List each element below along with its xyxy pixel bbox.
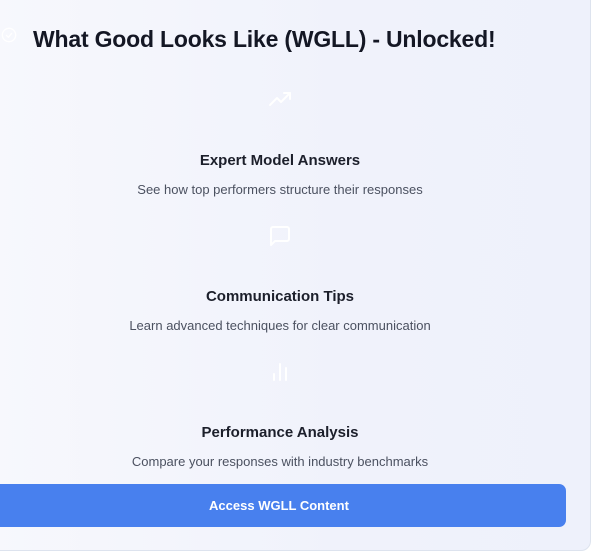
trending-up-icon [269, 92, 291, 106]
message-square-icon [270, 226, 290, 246]
feature-title: Communication Tips [205, 288, 355, 305]
page-title: What Good Looks Like (WGLL) - Unlocked! [33, 26, 496, 52]
feature-title: Performance Analysis [201, 424, 359, 441]
feature-description: Compare your responses with industry ben… [131, 454, 429, 469]
feature-description: See how top performers structure their r… [137, 182, 423, 197]
feature-title: Expert Model Answers [199, 152, 361, 169]
feature-performance-analysis: Performance Analysis Compare your respon… [0, 360, 560, 469]
check-circle-icon [1, 27, 17, 43]
feature-description: Learn advanced techniques for clear comm… [129, 318, 431, 333]
feature-communication-tips: Communication Tips Learn advanced techni… [0, 224, 560, 333]
bar-chart-icon [273, 363, 287, 381]
feature-expert-model-answers: Expert Model Answers See how top perform… [0, 88, 560, 197]
access-wgll-content-button[interactable]: Access WGLL Content [0, 484, 566, 527]
